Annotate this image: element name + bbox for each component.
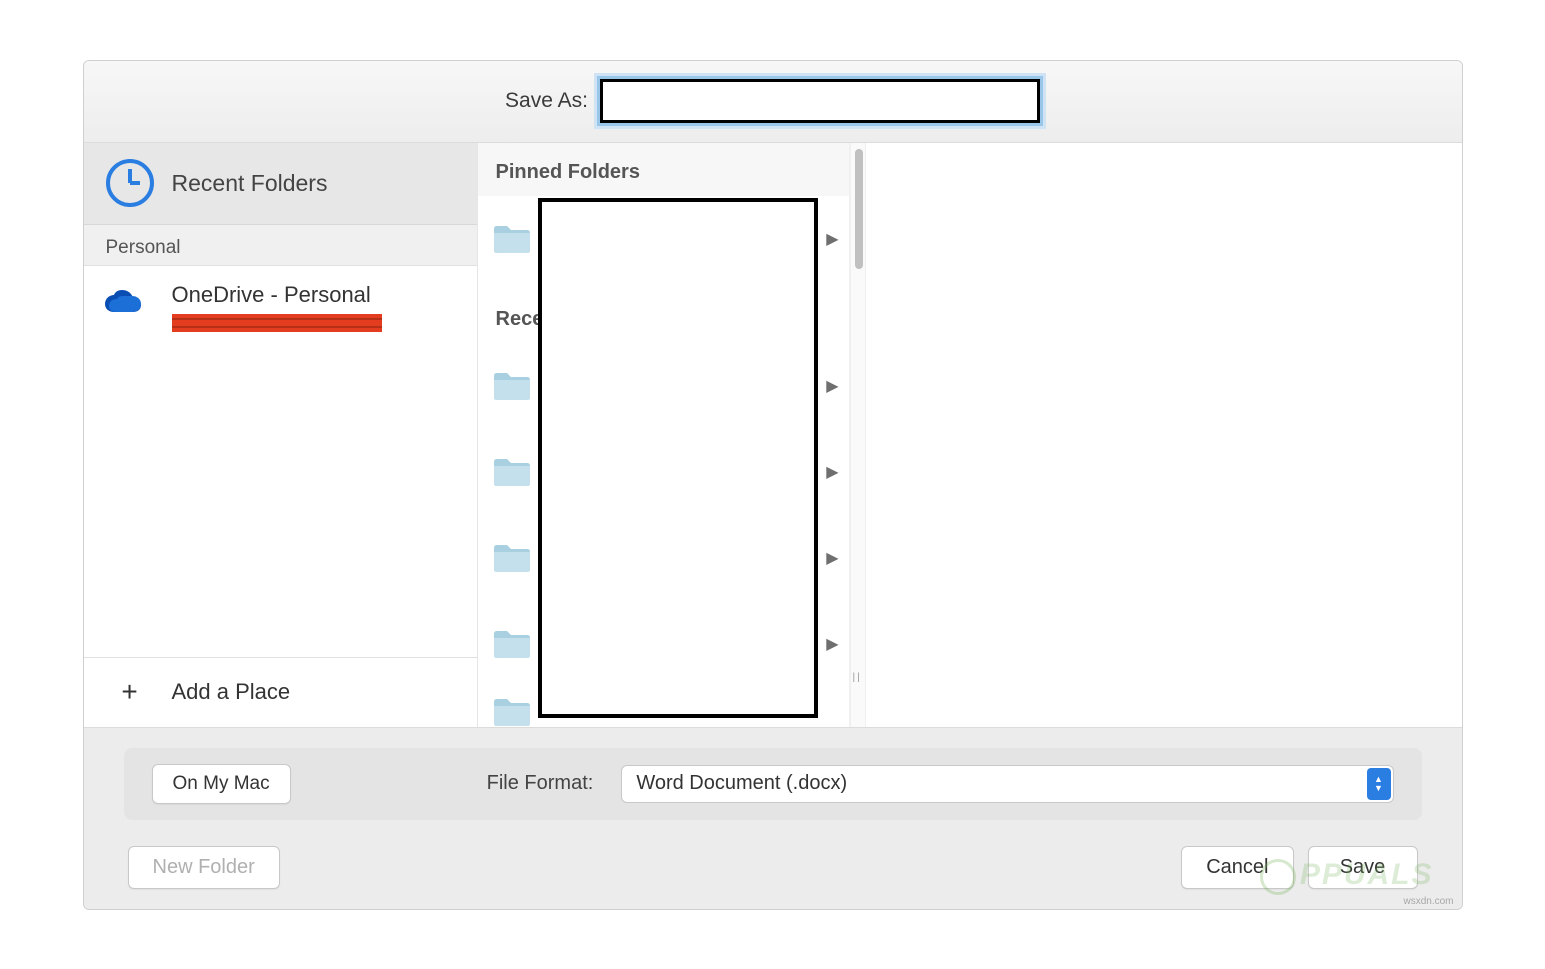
folder-icon — [492, 696, 532, 727]
dialog-header: Save As: — [84, 61, 1462, 143]
resize-handle-icon[interactable]: || — [853, 672, 862, 683]
file-format-select[interactable]: Word Document (.docx) ▲▼ — [621, 765, 1393, 803]
chevron-right-icon: ▶ — [826, 376, 838, 396]
plus-icon: + — [106, 676, 154, 708]
format-row: On My Mac File Format: Word Document (.d… — [124, 748, 1422, 820]
onedrive-icon — [102, 282, 154, 318]
folder-icon — [492, 223, 532, 255]
new-folder-button[interactable]: New Folder — [128, 846, 280, 889]
action-row: New Folder Cancel Save — [124, 846, 1422, 889]
file-format-value: Word Document (.docx) — [636, 772, 847, 795]
clock-icon — [106, 159, 154, 207]
sidebar-item-recent-folders[interactable]: Recent Folders — [84, 143, 477, 225]
onedrive-account-redacted — [172, 314, 382, 332]
on-my-mac-button[interactable]: On My Mac — [152, 764, 291, 804]
folder-icon — [492, 370, 532, 402]
add-place-label: Add a Place — [172, 679, 291, 705]
cancel-button[interactable]: Cancel — [1181, 846, 1293, 889]
onedrive-label: OneDrive - Personal — [172, 282, 382, 308]
sidebar-spacer — [84, 348, 477, 657]
scroll-thumb[interactable] — [855, 149, 863, 269]
dialog-footer: On My Mac File Format: Word Document (.d… — [84, 727, 1462, 909]
chevron-right-icon: ▶ — [826, 548, 838, 568]
folder-icon — [492, 628, 532, 660]
save-as-dialog: Save As: Recent Folders Personal OneDriv… — [83, 60, 1463, 910]
scrollbar[interactable]: || — [850, 143, 866, 727]
sidebar-section-personal: Personal — [84, 225, 477, 266]
chevron-right-icon: ▶ — [826, 634, 838, 654]
filename-input[interactable] — [600, 79, 1040, 123]
save-as-label: Save As: — [505, 89, 588, 113]
file-format-label: File Format: — [487, 772, 594, 795]
folder-list-column: Pinned Folders ▶ Rece ▶ — [478, 143, 850, 727]
folder-icon — [492, 542, 532, 574]
folder-browser: Pinned Folders ▶ Rece ▶ — [478, 143, 1462, 727]
dialog-body: Recent Folders Personal OneDrive - Perso… — [84, 143, 1462, 727]
chevron-right-icon: ▶ — [826, 462, 838, 482]
corner-attribution: wsxdn.com — [1403, 896, 1453, 907]
folder-icon — [492, 456, 532, 488]
onedrive-text: OneDrive - Personal — [172, 282, 382, 332]
pinned-folders-header: Pinned Folders — [478, 143, 849, 196]
sidebar-item-onedrive[interactable]: OneDrive - Personal — [84, 266, 477, 348]
select-arrows-icon: ▲▼ — [1367, 768, 1391, 800]
chevron-right-icon: ▶ — [826, 229, 838, 249]
sidebar-item-add-place[interactable]: + Add a Place — [84, 657, 477, 727]
preview-column — [866, 143, 1462, 727]
folder-names-redaction — [538, 198, 818, 718]
sidebar: Recent Folders Personal OneDrive - Perso… — [84, 143, 478, 727]
recent-folders-label: Recent Folders — [172, 170, 328, 197]
save-button[interactable]: Save — [1308, 846, 1418, 889]
